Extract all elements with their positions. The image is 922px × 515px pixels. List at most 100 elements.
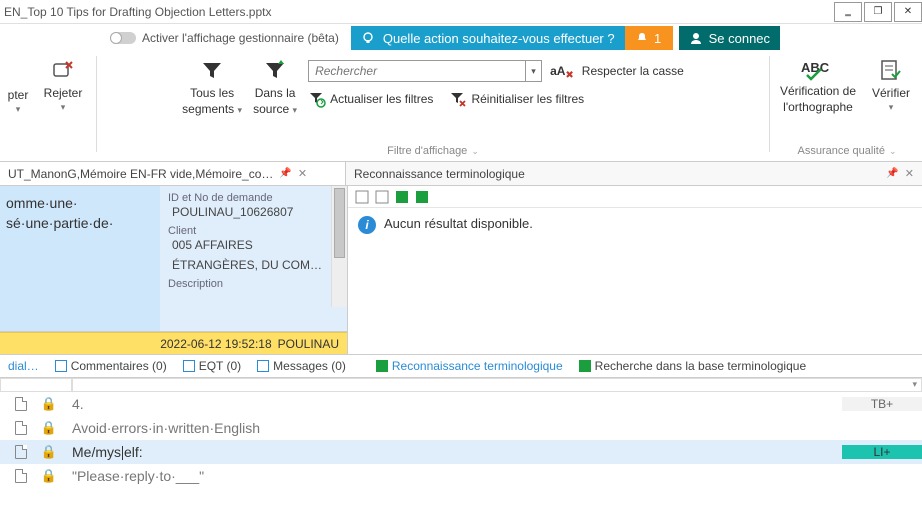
document-icon <box>15 421 27 435</box>
all-segments-button[interactable]: Tous les segments ▾ <box>182 56 242 116</box>
tab-dial[interactable]: dial… <box>0 355 47 377</box>
spellcheck-button[interactable]: ABC Vérification de l'orthographe <box>778 56 858 114</box>
term-recon-icon <box>376 360 388 372</box>
term-no-result: Aucun résultat disponible. <box>384 216 533 231</box>
refresh-filters-button[interactable]: Actualiser les filtres <box>308 90 433 108</box>
close-tab-icon[interactable]: ✕ <box>298 167 307 180</box>
term-recognition-pane: i Aucun résultat disponible. <box>348 186 922 354</box>
tm-segment-text: omme·une· sé·une·partie·de· <box>0 186 160 331</box>
tell-me-box[interactable]: Quelle action souhaitez-vous effectuer ? <box>351 26 625 50</box>
reject-button[interactable]: Rejeter ▾ <box>38 56 88 113</box>
chevron-down-icon: ▾ <box>16 104 21 115</box>
tm-metadata: ID et No de demande POULINAU_10626807 Cl… <box>160 186 347 331</box>
segment-source-text: "Please·reply·to·___" <box>72 468 842 484</box>
svg-text:ABC: ABC <box>801 60 830 75</box>
scrollbar-thumb[interactable] <box>334 188 345 258</box>
lock-icon: 🔒 <box>41 468 57 484</box>
verify-button[interactable]: Vérifier ▾ <box>866 56 916 113</box>
filter-search-input[interactable] <box>309 64 525 78</box>
title-bar: EN_Top 10 Tips for Drafting Objection Le… <box>0 0 922 24</box>
match-case-button[interactable]: aA✖ Respecter la casse <box>550 64 684 78</box>
window-controls: ‗ ❐ ✕ <box>834 2 922 22</box>
notification-count: 1 <box>654 31 661 46</box>
tab-messages[interactable]: Messages (0) <box>249 355 354 377</box>
tell-me-bar: Quelle action souhaitez-vous effectuer ?… <box>351 26 780 50</box>
eqt-icon <box>183 360 195 372</box>
bottom-tab-strip: dial… Commentaires (0) EQT (0) Messages … <box>0 354 922 378</box>
tab-term-recognition[interactable]: Reconnaissance terminologique <box>368 355 571 377</box>
chevron-down-icon[interactable]: ▾ <box>912 379 917 390</box>
pin-icon[interactable]: 📌 <box>279 168 291 179</box>
segment-row[interactable]: 🔒 Avoid·errors·in·written·English <box>0 416 922 440</box>
segment-editor: ▾ 🔒 4. TB+ 🔒 Avoid·errors·in·written·Eng… <box>0 378 922 488</box>
tab-eqt[interactable]: EQT (0) <box>175 355 249 377</box>
messages-icon <box>257 360 269 372</box>
segment-number: 4. <box>72 396 84 412</box>
ribbon-group-accept-reject: pter ▾ Rejeter ▾ <box>0 52 94 161</box>
tb-tag: TB+ <box>842 397 922 411</box>
accept-button-partial[interactable]: pter ▾ <box>6 56 30 115</box>
bell-icon <box>636 32 648 44</box>
tm-status-bar: 2022-06-12 19:52:18 POULINAU <box>0 332 347 354</box>
sign-in-button[interactable]: Se connec <box>679 26 780 50</box>
funnel-icon <box>199 58 225 84</box>
close-pane-icon[interactable]: ✕ <box>905 167 914 180</box>
term-body: i Aucun résultat disponible. <box>348 208 922 354</box>
manager-view-toggle[interactable] <box>110 32 136 44</box>
in-source-button[interactable]: Dans la source ▾ <box>250 56 300 116</box>
segment-row-selected[interactable]: 🔒 Me/myself: LI+ <box>0 440 922 464</box>
lightbulb-icon <box>361 31 375 45</box>
filter-search-area: ▾ aA✖ Respecter la casse Actualiser les … <box>308 56 684 108</box>
text-cursor <box>122 446 123 460</box>
minimize-button[interactable]: ‗ <box>834 2 862 22</box>
info-icon: i <box>358 216 376 234</box>
ribbon-group-qa: ABC Vérification de l'orthographe Vérifi… <box>772 52 922 161</box>
document-tab[interactable]: UT_ManonG,Mémoire EN-FR vide,Mémoire_co…… <box>0 162 346 185</box>
ribbon-group-filter: Tous les segments ▾ Dans la source ▾ ▾ a… <box>99 52 767 161</box>
tm-timestamp: 2022-06-12 19:52:18 <box>160 337 271 351</box>
close-button[interactable]: ✕ <box>894 2 922 22</box>
funnel-reset-icon <box>449 90 467 108</box>
document-icon <box>15 397 27 411</box>
li-tag: LI+ <box>842 445 922 459</box>
manager-view-label: Activer l'affichage gestionnaire (bêta) <box>142 31 339 45</box>
spellcheck-icon: ABC <box>801 58 835 82</box>
filter-search-box[interactable]: ▾ <box>308 60 542 82</box>
document-tabs: UT_ManonG,Mémoire EN-FR vide,Mémoire_co…… <box>0 162 922 186</box>
middle-split: omme·une· sé·une·partie·de· ID et No de … <box>0 186 922 354</box>
funnel-refresh-icon <box>308 90 326 108</box>
term-pane-header-tab: Reconnaissance terminologique 📌 ✕ <box>346 162 922 185</box>
segment-row[interactable]: 🔒 4. TB+ <box>0 392 922 416</box>
lock-icon: 🔒 <box>41 420 57 436</box>
pin-icon[interactable]: 📌 <box>886 168 898 179</box>
qa-group-label: Assurance qualité <box>798 143 897 161</box>
term-tool-4[interactable] <box>414 189 430 205</box>
document-tab-label: UT_ManonG,Mémoire EN-FR vide,Mémoire_co… <box>8 167 273 181</box>
term-tool-3[interactable] <box>394 189 410 205</box>
term-pane-title: Reconnaissance terminologique <box>354 167 525 181</box>
window-title: EN_Top 10 Tips for Drafting Objection Le… <box>4 5 271 19</box>
tab-termbase-search[interactable]: Recherche dans la base terminologique <box>571 355 814 377</box>
tab-comments[interactable]: Commentaires (0) <box>47 355 175 377</box>
restore-button[interactable]: ❐ <box>864 2 892 22</box>
segment-row[interactable]: 🔒 "Please·reply·to·___" <box>0 464 922 488</box>
lock-icon: 🔒 <box>41 444 57 460</box>
verify-icon <box>878 58 904 84</box>
segment-source-text: Me/myself: <box>72 444 842 460</box>
term-search-icon <box>579 360 591 372</box>
term-tool-1[interactable] <box>354 189 370 205</box>
search-dropdown-icon[interactable]: ▾ <box>525 61 541 81</box>
segment-source-text: Avoid·errors·in·written·English <box>72 420 842 436</box>
lock-icon: 🔒 <box>41 396 57 412</box>
notification-button[interactable]: 1 <box>625 26 673 50</box>
vertical-scrollbar[interactable] <box>331 186 347 307</box>
reset-filters-button[interactable]: Réinitialiser les filtres <box>449 90 584 108</box>
chevron-down-icon: ▾ <box>889 102 894 113</box>
term-tool-2[interactable] <box>374 189 390 205</box>
document-icon <box>15 445 27 459</box>
tm-result-area: omme·une· sé·une·partie·de· ID et No de … <box>0 186 347 332</box>
editor-header-row: ▾ <box>0 378 922 392</box>
tell-me-text: Quelle action souhaitez-vous effectuer ? <box>383 31 615 46</box>
help-bar: Activer l'affichage gestionnaire (bêta) … <box>0 24 922 52</box>
document-icon <box>15 469 27 483</box>
